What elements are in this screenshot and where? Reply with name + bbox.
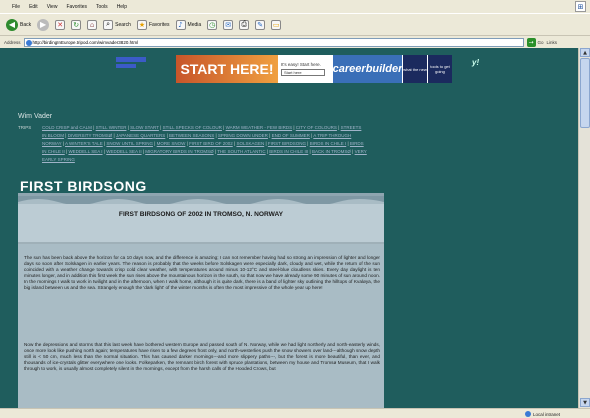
trip-link[interactable]: END OF SUMMER xyxy=(272,133,310,138)
banner-easy-text: It's easy! Start here. xyxy=(281,62,321,67)
trip-link[interactable]: BACK IN TROMSØ xyxy=(312,149,351,154)
author-name: Wim Vader xyxy=(18,113,53,120)
favorites-button[interactable]: ★ Favorites xyxy=(136,19,170,30)
scroll-thumb[interactable] xyxy=(580,58,590,128)
media-button[interactable]: ♪ Media xyxy=(175,19,202,30)
links-toolbar-label[interactable]: Links xyxy=(547,40,558,45)
trip-link[interactable]: FIRST BIRDSONG xyxy=(268,141,306,146)
careerbuilder-banner[interactable]: START HERE! It's easy! Start here. Start… xyxy=(176,55,452,83)
menu-favorites[interactable]: Favorites xyxy=(66,4,87,10)
back-arrow-icon: ◀ xyxy=(6,18,18,31)
windows-logo-icon: ⊞ xyxy=(575,1,586,12)
banner-dropdown-value: Start here xyxy=(284,70,302,75)
links-label: TRIPS xyxy=(18,125,32,130)
address-input[interactable]: http://birdingInEurope.tripod.com/wimvad… xyxy=(23,37,524,47)
article-paragraph-2: Now the depressions and storms that this… xyxy=(24,342,380,371)
menu-tools[interactable]: Tools xyxy=(96,4,108,10)
banner-brand: careerbuilder xyxy=(333,55,402,83)
search-label: Search xyxy=(115,21,131,28)
banner-easy-panel: It's easy! Start here. Start here xyxy=(278,55,333,83)
status-bar: Local intranet xyxy=(0,408,590,418)
stop-button[interactable]: ✕ xyxy=(55,19,66,30)
address-value: http://birdingInEurope.tripod.com/wimvad… xyxy=(32,39,139,45)
back-button[interactable]: ◀ Back xyxy=(6,18,32,31)
vertical-scrollbar[interactable]: ▲ ▼ xyxy=(578,48,590,408)
menu-file[interactable]: File xyxy=(12,4,20,10)
history-button[interactable]: ◷ xyxy=(207,19,218,30)
menu-bar: File Edit View Favorites Tools Help ⊞ xyxy=(0,0,590,13)
zone-label: Local intranet xyxy=(532,411,560,417)
edit-button[interactable]: ✎ xyxy=(255,19,266,30)
svg-text:y!: y! xyxy=(471,58,479,67)
trip-link[interactable]: WEDDELL SEA I xyxy=(68,149,102,154)
banner-btn-1[interactable]: what the new xyxy=(402,55,427,83)
banner-dropdown[interactable]: Start here xyxy=(281,69,325,76)
print-button[interactable]: ⎙ xyxy=(239,19,250,30)
trip-link[interactable]: DIVERSITY TROMSØ xyxy=(68,133,113,138)
menu-view[interactable]: View xyxy=(47,4,58,10)
go-button[interactable]: → Go xyxy=(526,37,544,47)
media-label: Media xyxy=(187,21,202,28)
trip-link[interactable]: BIRDS IN CHILE III xyxy=(269,149,308,154)
home-button[interactable]: ⌂ xyxy=(87,19,98,30)
article-header xyxy=(18,204,384,244)
article-box: FIRST BIRDSONG OF 2002 IN TROMSO, N. NOR… xyxy=(18,193,384,408)
page-icon xyxy=(25,39,32,46)
back-label: Back xyxy=(20,21,32,28)
mail-button[interactable]: ✉ xyxy=(223,19,234,30)
scroll-up-icon[interactable]: ▲ xyxy=(580,48,590,57)
star-icon: ★ xyxy=(136,19,147,30)
trip-link[interactable]: SNOW UNTIL SPRING xyxy=(106,141,153,146)
favorites-label: Favorites xyxy=(148,21,170,28)
trip-link[interactable]: WEDDELL SEA II xyxy=(106,149,141,154)
search-icon: ⌕ xyxy=(103,19,114,30)
media-icon: ♪ xyxy=(175,19,186,30)
trip-link[interactable]: COLD CRISP and CALM xyxy=(42,125,92,130)
trip-link[interactable]: MORE SNOW xyxy=(157,141,186,146)
forward-button[interactable]: ▶ xyxy=(37,18,50,31)
go-label: Go xyxy=(537,39,544,45)
intranet-icon xyxy=(524,411,531,417)
menu-edit[interactable]: Edit xyxy=(29,4,38,10)
trip-link[interactable]: SPRING DOWN UNDER xyxy=(218,133,268,138)
trip-link[interactable]: MIGRATORY BIRDS IN TROMSØ xyxy=(145,149,213,154)
small-ad-graphic xyxy=(116,57,146,68)
banner-btn-2[interactable]: tools to get going xyxy=(427,55,452,83)
address-label: Address xyxy=(4,39,21,45)
menu-help[interactable]: Help xyxy=(117,4,127,10)
trip-link[interactable]: FIRST BIRD OF 2002 xyxy=(189,141,233,146)
folder-button[interactable]: ▭ xyxy=(271,19,282,30)
refresh-button[interactable]: ↻ xyxy=(71,19,82,30)
trip-links: COLD CRISP and CALM | STILL WINTER | SLO… xyxy=(42,124,367,164)
trip-link[interactable]: JAPANESE QUARTERS xyxy=(116,133,165,138)
trip-link[interactable]: WARM WEATHER - FEW BIRDS xyxy=(226,125,293,130)
small-ad[interactable] xyxy=(116,57,156,71)
address-bar: Address http://birdingInEurope.tripod.co… xyxy=(0,35,590,48)
security-zone: Local intranet xyxy=(524,411,560,417)
scroll-down-icon[interactable]: ▼ xyxy=(580,398,590,407)
go-arrow-icon: → xyxy=(526,37,536,47)
page-title: FIRST BIRDSONG xyxy=(20,178,147,194)
trip-link[interactable]: SOLSKAGEN xyxy=(236,141,264,146)
toolbar: ◀ Back ▶ ✕ ↻ ⌂ ⌕ Search ★ Favorites ♪ Me… xyxy=(0,13,590,35)
trip-link[interactable]: A WINTER'S TALE xyxy=(65,141,103,146)
trip-link[interactable]: STILL SPECKS OF COLOUR xyxy=(163,125,222,130)
banner-start-text: START HERE! xyxy=(176,55,278,83)
trip-link[interactable]: SLOW START xyxy=(130,125,159,130)
article-paragraph-1: The sun has been back above the horizon … xyxy=(24,255,380,290)
trip-link[interactable]: BETWEEN SEASONS xyxy=(169,133,214,138)
trip-link[interactable]: CITY OF COLOURS xyxy=(296,125,337,130)
trip-link[interactable]: BIRDS IN CHILE I xyxy=(310,141,347,146)
trip-link[interactable]: THE SOUTH ATLANTIC xyxy=(217,149,265,154)
site-logo: y! xyxy=(471,58,479,67)
page-content: START HERE! It's easy! Start here. Start… xyxy=(0,48,578,408)
search-button[interactable]: ⌕ Search xyxy=(103,19,131,30)
trip-link[interactable]: STILL WINTER xyxy=(96,125,127,130)
article-title: FIRST BIRDSONG OF 2002 IN TROMSO, N. NOR… xyxy=(118,211,284,218)
